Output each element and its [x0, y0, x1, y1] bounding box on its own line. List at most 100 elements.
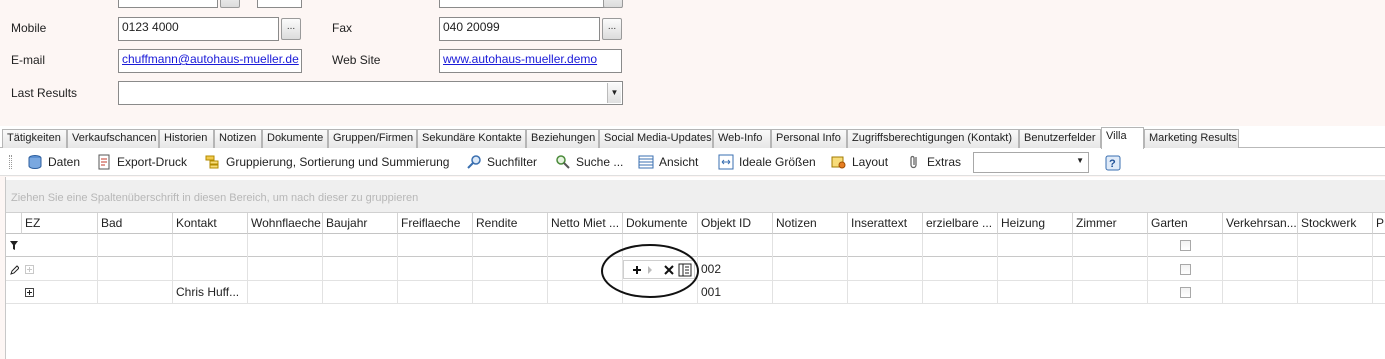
database-icon — [28, 155, 42, 170]
extras-label: Extras — [927, 155, 962, 169]
column-header-rendite[interactable]: Rendite — [473, 213, 548, 234]
column-divider — [472, 234, 473, 304]
garten-checkbox[interactable] — [1180, 264, 1191, 275]
help-icon[interactable]: ? — [1105, 155, 1123, 171]
fax-ellipsis-button[interactable]: ... — [602, 18, 622, 40]
column-divider — [397, 234, 398, 304]
country-field[interactable] — [439, 0, 622, 8]
group-by-panel[interactable]: Ziehen Sie eine Spaltenüberschrift in di… — [6, 180, 1385, 213]
daten-label: Daten — [48, 155, 81, 169]
column-divider — [847, 234, 848, 304]
column-header-erzielbare[interactable]: erzielbare ... — [923, 213, 998, 234]
search-icon — [556, 155, 570, 169]
column-header-verkehrsanbindung[interactable]: Verkehrsan... — [1223, 213, 1298, 234]
tab-verkaufschancen[interactable]: Verkaufschancen — [67, 129, 159, 148]
email-field[interactable]: chuffmann@autohaus-mueller.de — [118, 49, 302, 73]
export-druck-button[interactable]: Export-Druck — [96, 152, 187, 172]
fax-field[interactable]: 040 20099 — [439, 17, 600, 41]
column-divider — [1222, 234, 1223, 304]
garten-filter-checkbox[interactable] — [1180, 240, 1191, 251]
mobile-ellipsis-button[interactable]: ... — [281, 18, 301, 40]
column-header-pl[interactable]: PL — [1373, 213, 1385, 234]
tab-notizen[interactable]: Notizen — [214, 129, 262, 148]
column-header-garten[interactable]: Garten — [1148, 213, 1223, 234]
export-print-icon — [98, 154, 110, 170]
export-druck-label: Export-Druck — [117, 155, 188, 169]
grouping-icon — [205, 155, 219, 169]
search-filter-icon — [467, 155, 481, 169]
column-header-inserattext[interactable]: Inserattext — [848, 213, 923, 234]
expand-row-button[interactable] — [25, 265, 34, 274]
tab-villa[interactable]: Villa — [1101, 127, 1144, 149]
tab-historien[interactable]: Historien — [159, 129, 214, 148]
column-header-kontakt[interactable]: Kontakt — [173, 213, 248, 234]
tab-dokumente[interactable]: Dokumente — [262, 129, 328, 148]
tab-taetigkeiten[interactable]: Tätigkeiten — [2, 129, 67, 148]
row-objekt-id: 002 — [701, 262, 722, 276]
tab-social-media-updates[interactable]: Social Media-Updates — [599, 129, 713, 148]
column-header-netto-miet[interactable]: Netto Miet ... — [548, 213, 623, 234]
daten-button[interactable]: Daten — [27, 152, 80, 172]
column-divider — [247, 234, 248, 304]
ansicht-button[interactable]: Ansicht — [638, 152, 698, 172]
column-header-notizen[interactable]: Notizen — [773, 213, 848, 234]
tab-web-info[interactable]: Web-Info — [713, 129, 771, 148]
column-header-baujahr[interactable]: Baujahr — [323, 213, 398, 234]
layout-label: Layout — [852, 155, 889, 169]
garten-checkbox[interactable] — [1180, 287, 1191, 298]
last-results-label: Last Results — [11, 86, 78, 100]
phone-field[interactable] — [118, 0, 218, 8]
tab-sekundaere-kontakte[interactable]: Sekundäre Kontakte — [417, 129, 526, 148]
column-divider — [547, 234, 548, 304]
column-divider — [1072, 234, 1073, 304]
column-header-dokumente[interactable]: Dokumente — [623, 213, 698, 234]
suchfilter-label: Suchfilter — [487, 155, 538, 169]
toolbar-grip[interactable] — [9, 155, 12, 169]
row-kontakt: Chris Huff... — [176, 285, 240, 299]
suchfilter-button[interactable]: Suchfilter — [466, 152, 537, 172]
column-header-wohnflaeche[interactable]: Wohnflaeche — [248, 213, 323, 234]
ideale-groessen-label: Ideale Größen — [739, 155, 816, 169]
column-header-heizung[interactable]: Heizung — [998, 213, 1073, 234]
mobile-field[interactable]: 0123 4000 — [118, 17, 279, 41]
extras-button[interactable]: Extras — [906, 152, 961, 172]
column-header-freiflaeche[interactable]: Freiflaeche — [398, 213, 473, 234]
row-indicator-header — [6, 213, 22, 234]
column-divider — [172, 234, 173, 304]
tab-benutzerfelder[interactable]: Benutzerfelder — [1019, 129, 1101, 148]
column-header-bad[interactable]: Bad — [98, 213, 173, 234]
grid-toolbar: Daten Export-Druck Gruppierung, Sortieru… — [0, 148, 1385, 176]
website-label: Web Site — [332, 53, 381, 67]
column-divider — [1297, 234, 1298, 304]
phone-ellipsis-button[interactable]: ... — [220, 0, 240, 8]
filter-icon — [10, 241, 18, 250]
toolbar-combo[interactable]: ▼ — [973, 152, 1089, 173]
chevron-down-icon[interactable]: ▼ — [607, 83, 621, 103]
column-header-objekt-id[interactable]: Objekt ID — [698, 213, 773, 234]
tab-beziehungen[interactable]: Beziehungen — [526, 129, 599, 148]
chevron-down-icon[interactable]: ▼ — [1076, 156, 1084, 165]
gruppierung-button[interactable]: Gruppierung, Sortierung und Summierung — [205, 152, 449, 172]
tab-personal-info[interactable]: Personal Info — [771, 129, 847, 148]
website-field[interactable]: www.autohaus-mueller.demo — [439, 49, 622, 73]
paperclip-icon — [910, 155, 917, 169]
last-results-combo[interactable]: ▼ — [118, 81, 623, 105]
column-divider — [322, 234, 323, 304]
mobile-label: Mobile — [11, 21, 47, 35]
tab-marketing-results[interactable]: Marketing Results — [1144, 129, 1239, 148]
column-divider — [922, 234, 923, 304]
expand-row-button[interactable] — [25, 288, 34, 297]
gruppierung-label: Gruppierung, Sortierung und Summierung — [226, 155, 450, 169]
ideale-groessen-button[interactable]: Ideale Größen — [718, 152, 816, 172]
column-header-zimmer[interactable]: Zimmer — [1073, 213, 1148, 234]
svg-text:?: ? — [1109, 158, 1116, 170]
tab-zugriffsberechtigungen[interactable]: Zugriffsberechtigungen (Kontakt) — [847, 129, 1019, 148]
layout-button[interactable]: Layout — [831, 152, 888, 172]
tab-gruppen-firmen[interactable]: Gruppen/Firmen — [328, 129, 417, 148]
suche-button[interactable]: Suche ... — [555, 152, 623, 172]
pencil-icon — [10, 265, 19, 275]
phone-ext-field[interactable] — [257, 0, 302, 8]
column-header-stockwerk[interactable]: Stockwerk — [1298, 213, 1373, 234]
column-header-ez[interactable]: EZ — [22, 213, 98, 234]
country-dropdown-button[interactable] — [603, 0, 623, 8]
